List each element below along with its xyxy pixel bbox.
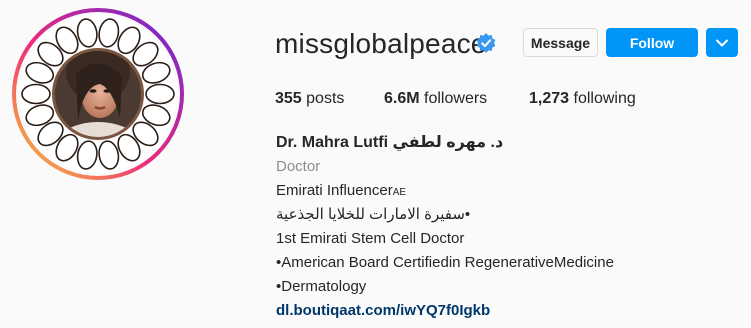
bio-line: •Dermatology [276, 278, 367, 295]
suggested-accounts-dropdown-button[interactable] [706, 28, 738, 57]
bio-line-text: Emirati Influencer [276, 182, 393, 199]
following-link[interactable]: 1,273 following [529, 89, 636, 109]
posts-count-value: 355 [275, 90, 302, 107]
bio-line: •American Board Certifiedin Regenerative… [276, 254, 614, 271]
profile-avatar[interactable] [12, 8, 184, 180]
bio-line: سفيرة الامارات للخلايا الجذعية• [276, 206, 471, 223]
bio-line: Emirati InfluencerAE [276, 181, 406, 203]
profile-username: missglobalpeace [275, 28, 487, 59]
follow-button[interactable]: Follow [606, 28, 698, 57]
bio-external-link[interactable]: dl.boutiqaat.com/iwYQ7f0Igkb [276, 301, 490, 321]
profile-category: Doctor [276, 158, 321, 175]
followers-link[interactable]: 6.6M followers [384, 89, 487, 109]
frame-petal [145, 83, 175, 105]
frame-petal [21, 83, 51, 105]
posts-count-label: posts [306, 90, 345, 107]
followers-count-label: followers [424, 90, 488, 107]
bio-line: 1st Emirati Stem Cell Doctor [276, 230, 465, 247]
following-count-value: 1,273 [529, 90, 570, 107]
message-button[interactable]: Message [523, 28, 598, 57]
following-count-label: following [573, 90, 636, 107]
chevron-down-icon [716, 39, 728, 46]
followers-count-value: 6.6M [384, 90, 420, 107]
bio-line-suffix: AE [392, 187, 407, 198]
profile-full-name: Dr. Mahra Lutfi د. مهره لطفي [276, 134, 504, 151]
posts-count: 355 posts [275, 89, 344, 109]
verified-badge-icon [476, 33, 496, 53]
